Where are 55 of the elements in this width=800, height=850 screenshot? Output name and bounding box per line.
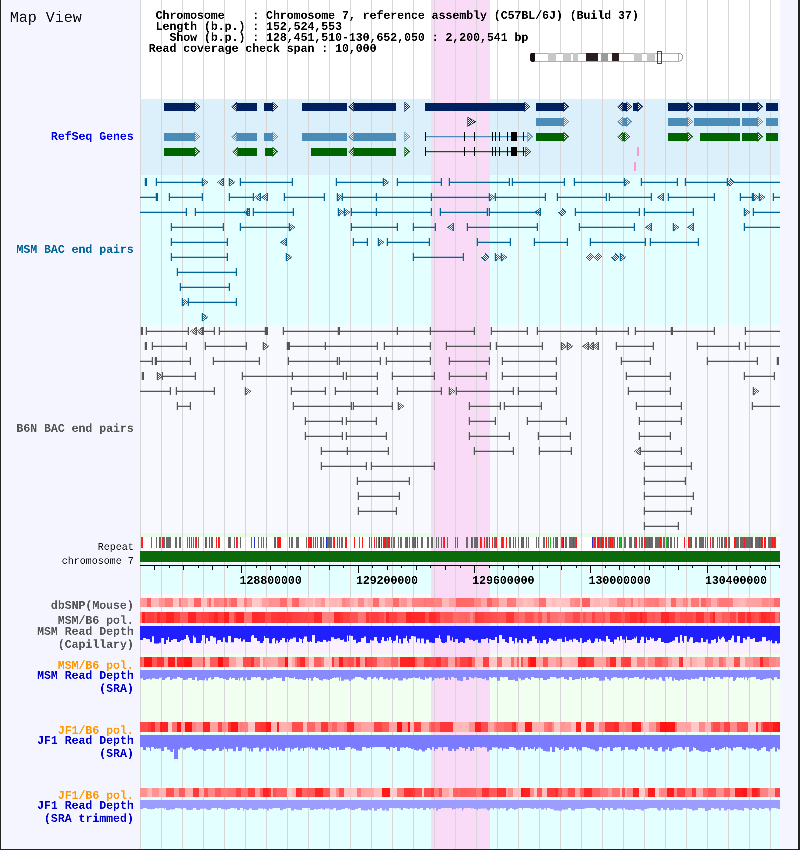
gene-model — [264, 102, 278, 112]
gene-model — [264, 132, 278, 142]
track-label: MSM BAC end pairs — [16, 244, 134, 256]
gene-model — [536, 102, 570, 112]
gene-model — [404, 102, 410, 112]
gene-model — [766, 118, 778, 126]
gene-model — [348, 102, 396, 112]
gene-model — [700, 133, 740, 141]
gene-model — [164, 102, 200, 112]
track-label: MSM/B6 pol. — [58, 615, 134, 628]
info-line: Length (b.p.) : 152,524,553 — [156, 22, 342, 33]
axis-label: 129600000 — [472, 575, 535, 588]
track-label: Repeat — [98, 542, 134, 554]
gene-model — [618, 116, 632, 128]
gene-model — [164, 132, 200, 142]
gene-model — [618, 132, 630, 142]
axis-label: 130000000 — [588, 575, 651, 588]
gene-model — [232, 102, 257, 112]
info-line: Read coverage check span : 10,000 — [149, 44, 377, 55]
gene-model — [311, 148, 347, 156]
track-label: JF1 Read Depth (SRA trimmed) — [36, 800, 134, 826]
gene-model — [348, 146, 396, 158]
gene-model — [766, 103, 778, 111]
gene-model — [633, 102, 644, 112]
gene-model — [348, 132, 396, 142]
axis-label: 130400000 — [705, 575, 768, 588]
gene-model — [618, 102, 632, 112]
gene-model — [766, 133, 778, 141]
gene-model — [265, 146, 278, 158]
gene-model — [164, 146, 200, 158]
info-line: Chromosome : Chromosome 7, reference assembly (C57BL/6J) (Build 37) — [156, 11, 639, 22]
info-line: Show (b.p.) : 128,451,510-130,652,050 : 2,200,541 bp — [170, 33, 529, 44]
gene-model — [468, 116, 477, 128]
gene-model — [536, 116, 570, 128]
track-label: MSM Read Depth (Capillary) — [36, 626, 134, 652]
track-label: MSM Read Depth (SRA) — [36, 670, 134, 696]
track-label: B6N BAC end pairs — [16, 422, 134, 436]
axis-label: 128800000 — [240, 575, 302, 588]
track-label: dbSNP(Mouse) — [51, 600, 134, 613]
gene-model — [404, 132, 410, 142]
gene-model — [302, 133, 347, 141]
gene-model — [536, 132, 570, 142]
view-title: Map View — [10, 10, 82, 27]
gene-model — [232, 132, 257, 142]
gene-model — [742, 132, 764, 142]
gene-model — [742, 102, 764, 112]
gene-model — [302, 103, 347, 111]
track-label: RefSeq Genes — [51, 130, 134, 144]
gene-model — [668, 132, 694, 142]
gene-model — [742, 116, 764, 128]
gene-model — [232, 146, 257, 158]
axis-label: 129200000 — [356, 575, 418, 588]
gene-model — [404, 146, 410, 158]
track-label: chromosome 7 — [62, 556, 134, 568]
track-label: JF1 Read Depth (SRA) — [36, 734, 134, 760]
